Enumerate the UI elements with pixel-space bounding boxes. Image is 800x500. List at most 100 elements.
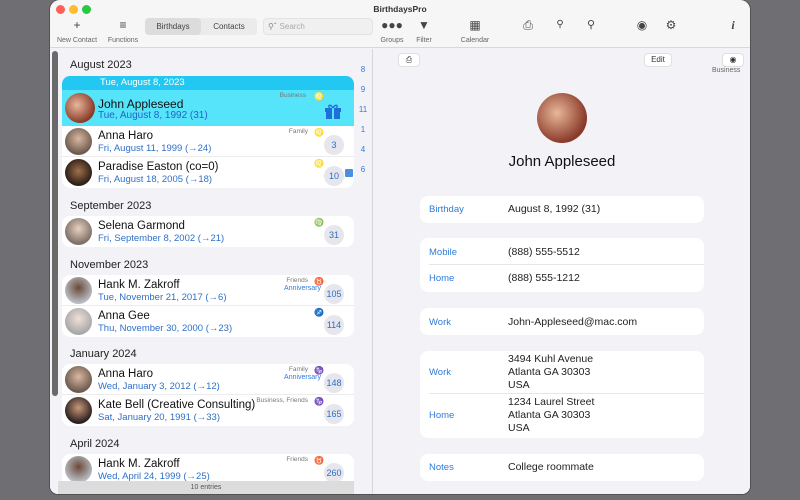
print-detail-button[interactable]: ⎙: [398, 53, 420, 67]
avatar: [65, 366, 92, 393]
plus-icon: +: [73, 18, 81, 32]
menu-icon: ≡: [119, 18, 127, 32]
selected-card: Tue, August 8, 2023 John Appleseed Tue, …: [62, 76, 354, 188]
tab-contacts[interactable]: Contacts: [201, 18, 257, 35]
calendar-button[interactable]: ▦ Calendar: [457, 17, 493, 44]
zoom-out-icon: ⚲: [556, 19, 564, 30]
view-segmented-control: Birthdays Contacts: [145, 18, 257, 35]
toolbar: BirthdaysPro + New Contact ≡ Functions B…: [50, 0, 750, 48]
notes-row[interactable]: Notes College roommate: [429, 454, 704, 481]
section-header: April 2024: [70, 438, 120, 450]
list-scrollbar[interactable]: [52, 51, 58, 396]
index-item[interactable]: 9: [356, 85, 370, 105]
list-item[interactable]: Kate Bell (Creative Consulting) Sat, Jan…: [62, 395, 354, 426]
days-badge: 105: [324, 284, 344, 304]
calendar-icon: ▦: [469, 18, 481, 32]
index-item[interactable]: 1: [356, 125, 370, 145]
index-item[interactable]: 11: [356, 105, 370, 125]
new-contact-button[interactable]: + New Contact: [56, 17, 98, 44]
selected-date-header: Tue, August 8, 2023: [62, 76, 354, 90]
address-row[interactable]: Home 1234 Laurel Street Atlanta GA 30303…: [429, 394, 704, 438]
info-icon: i: [731, 18, 735, 32]
birthday-row[interactable]: Birthday August 8, 1992 (31): [429, 196, 704, 223]
avatar: [65, 277, 92, 304]
search-icon: ⚲ˇ: [268, 22, 277, 31]
address-row[interactable]: Work 3494 Kuhl Avenue Atlanta GA 30303 U…: [429, 351, 704, 394]
printer-icon: ⎙: [405, 55, 413, 64]
days-badge: 148: [324, 373, 344, 393]
window-title: BirthdaysPro: [373, 4, 427, 14]
phone-row[interactable]: Home (888) 555-1212: [429, 265, 704, 292]
days-badge: 31: [324, 225, 344, 245]
avatar: [65, 159, 92, 186]
section-header: November 2023: [70, 259, 149, 271]
index-item[interactable]: 4: [356, 145, 370, 165]
avatar: [65, 308, 92, 335]
month-index: 8 9 11 1 4 6: [356, 65, 370, 185]
entries-count: 10 entries: [58, 481, 354, 494]
list-item[interactable]: Anna Haro Wed, January 3, 2012 (→12) Fam…: [62, 364, 354, 395]
phone-row[interactable]: Mobile (888) 555-5512: [429, 238, 704, 265]
printer-icon: ⎙: [523, 18, 533, 32]
birthday-card: Birthday August 8, 1992 (31): [420, 196, 704, 223]
index-item[interactable]: 8: [356, 65, 370, 85]
avatar: [65, 456, 92, 483]
days-badge: 10: [324, 166, 344, 186]
section-card: Hank M. Zakroff Tue, November 21, 2017 (…: [62, 275, 354, 337]
gift-icon: [325, 104, 341, 119]
zodiac-icon: ♐: [314, 308, 324, 317]
group-label: Business: [279, 92, 306, 99]
notes-card: Notes College roommate: [420, 454, 704, 481]
list-item[interactable]: Selena Garmond Fri, September 8, 2002 (→…: [62, 216, 354, 247]
filter-icon: ▼: [418, 18, 430, 32]
tab-birthdays[interactable]: Birthdays: [145, 18, 201, 35]
list-item[interactable]: Anna Gee Thu, November 30, 2000 (→23) ♐ …: [62, 306, 354, 337]
edit-button[interactable]: Edit: [644, 53, 672, 67]
zoom-in-button[interactable]: ⚲: [583, 17, 599, 33]
zodiac-icon: ♌: [314, 92, 324, 101]
zodiac-icon: ♍: [314, 218, 324, 227]
search-input[interactable]: ⚲ˇ Search: [263, 18, 373, 35]
avatar: [65, 397, 92, 424]
contact-detail: ⎙ Edit ◉ Business John Appleseed Birthda…: [374, 49, 750, 494]
days-badge: 260: [324, 463, 344, 483]
visibility-toggle-button[interactable]: ◉: [722, 53, 744, 67]
zoom-in-icon: ⚲: [586, 19, 596, 31]
address-card: Work 3494 Kuhl Avenue Atlanta GA 30303 U…: [420, 351, 704, 438]
section-card: Selena Garmond Fri, September 8, 2002 (→…: [62, 216, 354, 247]
email-row[interactable]: Work John-Appleseed@mac.com: [429, 308, 704, 335]
avatar: [65, 218, 92, 245]
groups-button[interactable]: ●●● Groups: [378, 17, 406, 44]
eye-icon: ◉: [729, 55, 737, 64]
zodiac-icon: ♑: [314, 366, 324, 375]
avatar: [65, 128, 92, 155]
avatar: [65, 93, 95, 123]
list-item[interactable]: Anna Haro Fri, August 11, 1999 (→24) Fam…: [62, 126, 354, 157]
eye-icon: ◉: [636, 18, 648, 32]
visibility-label: Business: [712, 67, 741, 74]
list-item-selected[interactable]: John Appleseed Tue, August 8, 1992 (31) …: [62, 90, 354, 126]
days-badge: 165: [324, 404, 344, 424]
days-badge: 3: [324, 135, 344, 155]
filter-button[interactable]: ▼ Filter: [411, 17, 437, 44]
zodiac-icon: ♉: [314, 456, 324, 465]
index-item[interactable]: 6: [356, 165, 370, 185]
list-item[interactable]: Paradise Easton (co=0) Fri, August 18, 2…: [62, 157, 354, 188]
zodiac-icon: ♌: [314, 159, 324, 168]
print-button[interactable]: ⎙: [518, 17, 538, 33]
section-header: August 2023: [70, 59, 132, 71]
contact-photo: [537, 93, 587, 143]
functions-button[interactable]: ≡ Functions: [105, 17, 141, 44]
phone-card: Mobile (888) 555-5512 Home (888) 555-121…: [420, 238, 704, 292]
zodiac-icon: ♌: [314, 128, 324, 137]
settings-button[interactable]: ⚙: [663, 17, 679, 33]
contact-name: John Appleseed: [508, 153, 616, 170]
list-item[interactable]: Hank M. Zakroff Tue, November 21, 2017 (…: [62, 275, 354, 306]
zodiac-icon: ♑: [314, 397, 324, 406]
visibility-button[interactable]: ◉: [634, 17, 650, 33]
info-button[interactable]: i: [726, 17, 740, 33]
zoom-out-button[interactable]: ⚲: [552, 17, 568, 33]
groups-icon: ●●●: [381, 18, 403, 32]
email-card: Work John-Appleseed@mac.com: [420, 308, 704, 335]
zodiac-icon: ♉: [314, 277, 324, 286]
